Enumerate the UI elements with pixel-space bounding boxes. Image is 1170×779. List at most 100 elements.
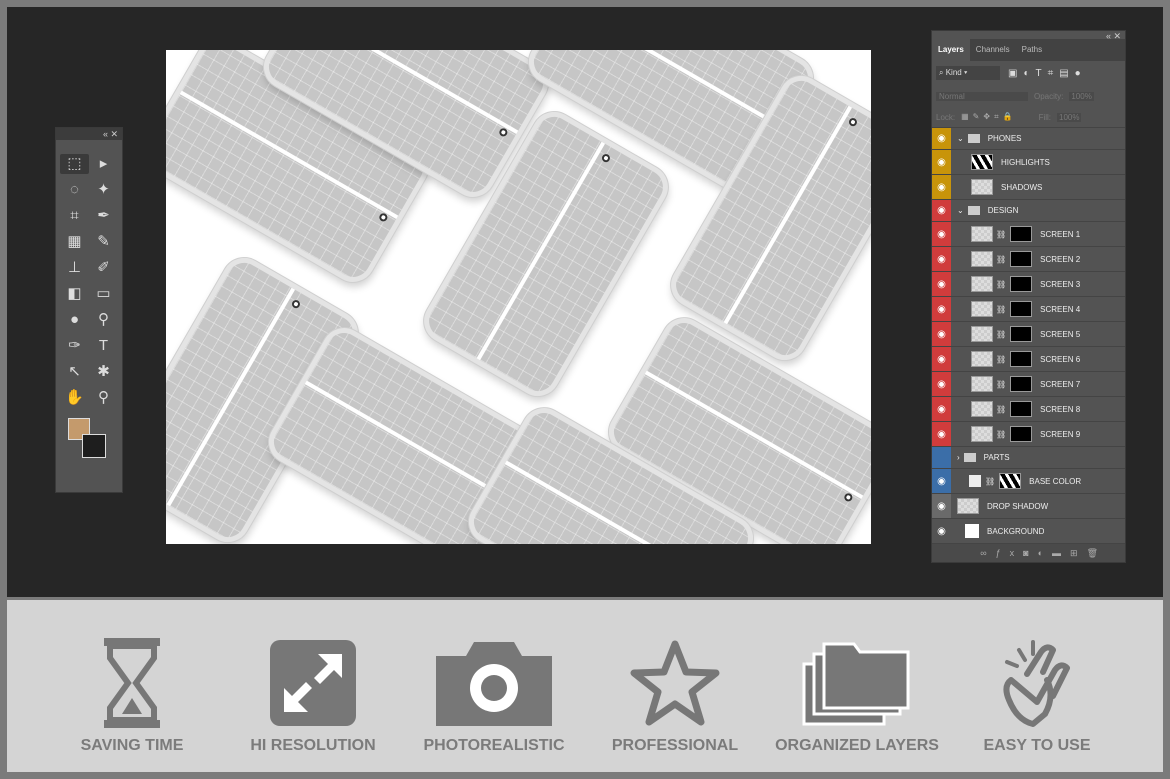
tool-button[interactable]: ↖ — [60, 362, 89, 382]
filter-icons[interactable]: ▣◐T⌗▤● — [1008, 68, 1087, 79]
star-icon — [585, 638, 765, 728]
tool-button[interactable]: ⬚ — [60, 154, 89, 174]
tool-button[interactable]: ✋ — [60, 388, 89, 408]
tool-button[interactable]: ⌗ — [60, 206, 89, 226]
layer-mask — [1010, 376, 1033, 392]
layer-row[interactable]: ◉ ⌄ PHONES — [932, 128, 1125, 150]
tool-button[interactable]: ▭ — [89, 284, 118, 304]
layer-row[interactable]: ◉ ⛓ SCREEN 2 — [932, 247, 1125, 272]
feature-label: ORGANIZED LAYERS — [775, 737, 939, 754]
chevron-down-icon[interactable]: ⌄ — [957, 206, 964, 215]
tool-button[interactable]: ✐ — [89, 258, 118, 278]
layer-row[interactable]: ◉ ⛓ SCREEN 7 — [932, 372, 1125, 397]
eye-icon[interactable]: ◉ — [932, 372, 951, 396]
layer-row[interactable]: ◉ ⛓ SCREEN 6 — [932, 347, 1125, 372]
chevron-right-icon[interactable]: › — [957, 453, 960, 462]
toolbox-header[interactable]: « ✕ — [56, 128, 122, 140]
feature-item: EASY TO USE — [947, 600, 1127, 754]
link-icon: ⛓ — [996, 354, 1007, 364]
link-icon: ⛓ — [996, 254, 1007, 264]
feature-item: PROFESSIONAL — [585, 600, 765, 754]
layer-thumbnail — [971, 301, 993, 317]
feature-label: SAVING TIME — [80, 737, 184, 754]
tool-button[interactable]: ✎ — [89, 232, 118, 252]
opacity-label: Opacity: — [1034, 91, 1064, 101]
lock-icons[interactable]: ▦✎✥⌗🔒 — [961, 112, 1016, 122]
tool-button[interactable]: ▸ — [89, 154, 118, 174]
filter-kind-select[interactable]: ⌕ Kind ▾ — [936, 66, 1000, 80]
eye-icon[interactable]: ◉ — [932, 469, 951, 493]
eye-icon[interactable]: ◉ — [932, 247, 951, 271]
visibility-toggle[interactable] — [932, 447, 951, 468]
tool-button[interactable]: ✒ — [89, 206, 118, 226]
blend-mode-select[interactable]: Normal — [936, 91, 1028, 101]
eye-icon[interactable]: ◉ — [932, 322, 951, 346]
eye-icon[interactable]: ◉ — [932, 297, 951, 321]
layer-row[interactable]: ◉ BACKGROUND — [932, 519, 1125, 544]
opacity-input[interactable]: 100% — [1069, 91, 1094, 101]
background-color[interactable] — [82, 434, 106, 458]
layer-name: SCREEN 4 — [1040, 304, 1081, 314]
eye-icon[interactable]: ◉ — [932, 494, 951, 518]
tool-button[interactable]: ◌ — [60, 180, 89, 200]
layer-row[interactable]: ◉ ⛓ SCREEN 3 — [932, 272, 1125, 297]
tool-button[interactable]: ◧ — [60, 284, 89, 304]
layer-row[interactable]: › PARTS — [932, 447, 1125, 469]
layer-name: DROP SHADOW — [987, 501, 1049, 511]
eye-icon[interactable]: ◉ — [932, 422, 951, 446]
layer-row[interactable]: ◉ HIGHLIGHTS — [932, 150, 1125, 175]
layer-mask — [1010, 401, 1033, 417]
layer-thumbnail — [971, 154, 993, 170]
tool-button[interactable]: ✱ — [89, 362, 118, 382]
tab-channels[interactable]: Channels — [970, 39, 1016, 61]
layer-row[interactable]: ◉ ⛓ SCREEN 9 — [932, 422, 1125, 447]
layer-thumbnail — [971, 326, 993, 342]
layer-row[interactable]: ◉ ⛓ SCREEN 1 — [932, 222, 1125, 247]
tool-button[interactable]: ✑ — [60, 336, 89, 356]
panel-footer-icons[interactable]: ∞ƒx◙◐▬⊞🗑 — [932, 544, 1125, 562]
document-canvas[interactable] — [166, 50, 871, 544]
eye-icon[interactable]: ◉ — [932, 175, 951, 199]
layer-mask — [1010, 426, 1033, 442]
layer-row[interactable]: ◉ ⛓ SCREEN 8 — [932, 397, 1125, 422]
hourglass-icon — [42, 638, 222, 728]
eye-icon[interactable]: ◉ — [932, 200, 951, 221]
layer-thumbnail — [965, 524, 979, 538]
layer-thumbnail — [971, 226, 993, 242]
layer-row[interactable]: ◉ ⛓ SCREEN 4 — [932, 297, 1125, 322]
tool-button[interactable]: T — [89, 336, 118, 356]
eye-icon[interactable]: ◉ — [932, 150, 951, 174]
layer-name: SCREEN 5 — [1040, 329, 1081, 339]
tool-button[interactable]: ⊥ — [60, 258, 89, 278]
layer-name: PARTS — [983, 453, 1010, 462]
eye-icon[interactable]: ◉ — [932, 272, 951, 296]
eye-icon[interactable]: ◉ — [932, 519, 951, 543]
layer-thumbnail — [971, 276, 993, 292]
layer-row[interactable]: ◉ SHADOWS — [932, 175, 1125, 200]
layer-row[interactable]: ◉ ⛓ BASE COLOR — [932, 469, 1125, 494]
eye-icon[interactable]: ◉ — [932, 222, 951, 246]
chevron-down-icon[interactable]: ⌄ — [957, 134, 964, 143]
eye-icon[interactable]: ◉ — [932, 128, 951, 149]
tool-button[interactable]: ▦ — [60, 232, 89, 252]
folders-icon — [767, 638, 947, 728]
tool-button[interactable]: ✦ — [89, 180, 118, 200]
tab-layers[interactable]: Layers — [932, 39, 970, 61]
tool-button[interactable]: ⚲ — [89, 388, 118, 408]
feature-label: PHOTOREALISTIC — [423, 737, 565, 754]
link-icon: ⛓ — [996, 379, 1007, 389]
fill-input[interactable]: 100% — [1057, 112, 1082, 122]
layer-row[interactable]: ◉ ⌄ DESIGN — [932, 200, 1125, 222]
eye-icon[interactable]: ◉ — [932, 397, 951, 421]
panel-collapse-close[interactable]: « ✕ — [1106, 31, 1121, 42]
layer-row[interactable]: ◉ ⛓ SCREEN 5 — [932, 322, 1125, 347]
tab-paths[interactable]: Paths — [1016, 39, 1048, 61]
tool-button[interactable]: ● — [60, 310, 89, 330]
layer-row[interactable]: ◉ DROP SHADOW — [932, 494, 1125, 519]
layer-name: SCREEN 2 — [1040, 254, 1081, 264]
eye-icon[interactable]: ◉ — [932, 347, 951, 371]
lock-label: Lock: — [936, 112, 956, 122]
tool-button[interactable]: ⚲ — [89, 310, 118, 330]
link-icon: ⛓ — [996, 229, 1007, 239]
feature-item: SAVING TIME — [42, 600, 222, 754]
